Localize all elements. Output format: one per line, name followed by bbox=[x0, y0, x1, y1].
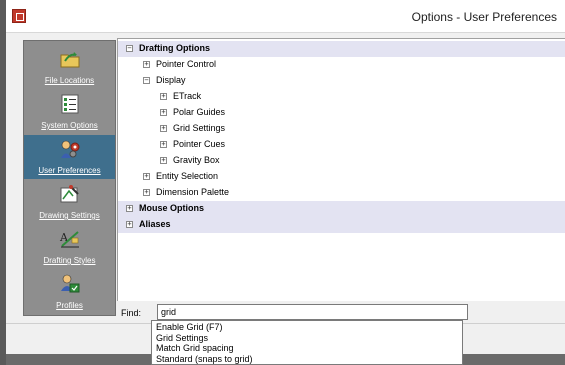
tree-row-label: Grid Settings bbox=[173, 123, 226, 133]
expand-icon[interactable]: + bbox=[160, 125, 167, 132]
tree-row-aliases[interactable]: + Aliases bbox=[118, 217, 565, 233]
expand-icon[interactable]: + bbox=[126, 221, 133, 228]
suggestion-item[interactable]: Standard (snaps to grid) bbox=[156, 354, 253, 364]
tree-row-label: ETrack bbox=[173, 91, 202, 101]
tree-row-gravity-box[interactable]: + Gravity Box bbox=[118, 153, 565, 169]
tree-row-label: Pointer Control bbox=[156, 59, 217, 69]
nav-item-file-locations[interactable]: File Locations bbox=[24, 45, 115, 89]
nav-item-profiles[interactable]: Profiles bbox=[24, 270, 115, 314]
options-tree: − Drafting Options + Pointer Control − Displa… bbox=[117, 38, 565, 301]
tree-row-grid-settings[interactable]: + Grid Settings bbox=[118, 121, 565, 137]
tree-row-drafting-options[interactable]: − Drafting Options bbox=[118, 41, 565, 57]
nav-item-drafting-styles[interactable]: A Drafting Styles bbox=[24, 225, 115, 269]
expand-icon[interactable]: + bbox=[143, 173, 150, 180]
tree-row-pointer-cues[interactable]: + Pointer Cues bbox=[118, 137, 565, 153]
expand-icon[interactable]: + bbox=[160, 109, 167, 116]
expand-icon[interactable]: + bbox=[143, 61, 150, 68]
expand-icon[interactable]: + bbox=[143, 189, 150, 196]
collapse-icon[interactable]: − bbox=[126, 45, 133, 52]
find-label: Find: bbox=[121, 308, 142, 318]
tree-row-entity-selection[interactable]: + Entity Selection bbox=[118, 169, 565, 185]
tree-row-pointer-control[interactable]: + Pointer Control bbox=[118, 57, 565, 73]
suggestion-item[interactable]: Match Grid spacing bbox=[156, 343, 234, 353]
tree-row-mouse-options[interactable]: + Mouse Options bbox=[118, 201, 565, 217]
nav-item-user-preferences[interactable]: User Preferences bbox=[24, 135, 115, 179]
drawing-settings-icon bbox=[59, 184, 81, 204]
expand-icon[interactable]: + bbox=[126, 205, 133, 212]
title-bar: Options - User Preferences bbox=[6, 0, 565, 33]
expand-icon[interactable]: + bbox=[160, 93, 167, 100]
app-logo-icon[interactable] bbox=[12, 9, 26, 23]
nav-item-label: System Options bbox=[41, 121, 98, 130]
tree-row-label: Polar Guides bbox=[173, 107, 226, 117]
find-suggestions-dropdown: Enable Grid (F7) Grid Settings Match Grid … bbox=[151, 320, 463, 365]
left-nav: File Locations System Options User Prefere… bbox=[23, 40, 116, 316]
tree-row-label: Pointer Cues bbox=[173, 139, 226, 149]
suggestion-item[interactable]: Enable Grid (F7) bbox=[156, 322, 223, 332]
tree-row-label: Entity Selection bbox=[156, 171, 219, 181]
nav-item-label: File Locations bbox=[44, 76, 95, 85]
expand-icon[interactable]: + bbox=[160, 141, 167, 148]
nav-item-label: Drawing Settings bbox=[39, 211, 100, 220]
nav-item-system-options[interactable]: System Options bbox=[24, 90, 115, 134]
tree-row-label: Display bbox=[156, 75, 186, 85]
window-title: Options - User Preferences bbox=[411, 10, 557, 24]
tree-row-label: Drafting Options bbox=[139, 43, 210, 53]
nav-item-drawing-settings[interactable]: Drawing Settings bbox=[24, 180, 115, 224]
tree-row-label: Mouse Options bbox=[139, 203, 204, 213]
checklist-icon bbox=[59, 94, 81, 114]
user-gears-icon bbox=[59, 139, 81, 159]
tree-row-label: Dimension Palette bbox=[156, 187, 230, 197]
suggestion-item[interactable]: Grid Settings bbox=[156, 333, 208, 343]
collapse-icon[interactable]: − bbox=[143, 77, 150, 84]
nav-item-label: User Preferences bbox=[38, 166, 101, 175]
options-window: Options - User Preferences File Location… bbox=[6, 0, 565, 365]
expand-icon[interactable]: + bbox=[160, 157, 167, 164]
nav-item-label: Profiles bbox=[56, 301, 83, 310]
tree-row-label: Gravity Box bbox=[173, 155, 220, 165]
tree-row-polar-guides[interactable]: + Polar Guides bbox=[118, 105, 565, 121]
drafting-styles-icon: A bbox=[59, 229, 81, 249]
nav-item-label: Drafting Styles bbox=[43, 256, 96, 265]
tree-row-label: Aliases bbox=[139, 219, 171, 229]
tree-row-display[interactable]: − Display bbox=[118, 73, 565, 89]
tree-row-dimension-palette[interactable]: + Dimension Palette bbox=[118, 185, 565, 201]
tree-row-etrack[interactable]: + ETrack bbox=[118, 89, 565, 105]
profiles-icon bbox=[59, 274, 81, 294]
find-input[interactable] bbox=[157, 304, 468, 320]
folder-arrow-icon bbox=[59, 49, 81, 69]
